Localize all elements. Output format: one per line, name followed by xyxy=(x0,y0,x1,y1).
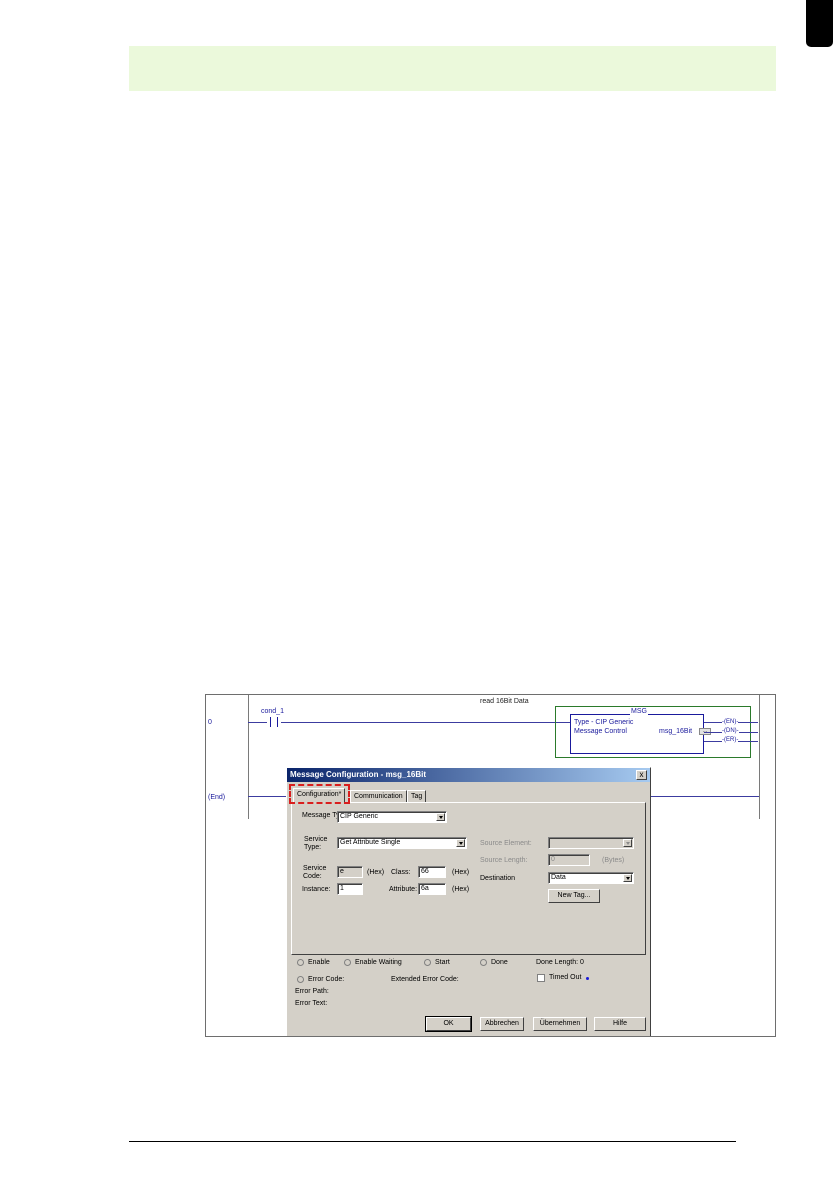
done-label: Done xyxy=(491,959,508,966)
xic-contact[interactable] xyxy=(267,717,281,727)
service-type-select[interactable]: Get Attribute Single xyxy=(337,837,467,849)
timed-out-checkbox[interactable] xyxy=(537,974,545,982)
right-power-rail xyxy=(759,695,760,819)
instance-label: Instance: xyxy=(302,886,331,893)
message-type-value: CIP Generic xyxy=(340,813,378,820)
class-label: Class: xyxy=(391,869,411,876)
destination-value: Data xyxy=(551,874,566,881)
rung-comment: read 16Bit Data xyxy=(480,698,529,705)
class-hex-label: (Hex) xyxy=(452,869,470,876)
contact-tag[interactable]: cond_1 xyxy=(261,708,284,715)
error-path-label: Error Path: xyxy=(295,988,329,995)
timed-out-marker xyxy=(586,977,589,980)
rung-wire xyxy=(281,722,570,723)
header-band xyxy=(129,46,776,91)
class-field[interactable]: 66 xyxy=(418,866,446,878)
msg-control-label: Message Control xyxy=(574,728,627,735)
source-element-label: Source Element: xyxy=(480,840,532,847)
extended-error-code-label: Extended Error Code: xyxy=(391,976,459,983)
highlight-box xyxy=(289,784,350,804)
service-code-hex-label: (Hex) xyxy=(367,869,385,876)
done-indicator xyxy=(480,959,487,966)
attribute-label: Attribute: xyxy=(389,886,418,893)
source-length-field[interactable]: 0 xyxy=(548,854,590,866)
attribute-hex-label: (Hex) xyxy=(452,886,470,893)
coil-dn: -(DN)- xyxy=(722,728,739,734)
tab-communication[interactable]: Communication xyxy=(350,790,407,802)
dialog-title: Message Configuration - msg_16Bit xyxy=(290,770,427,779)
destination-select[interactable]: Data xyxy=(548,872,634,884)
error-code-indicator xyxy=(297,976,304,983)
bytes-label: (Bytes) xyxy=(602,857,625,864)
close-icon[interactable]: x xyxy=(636,770,647,780)
msg-block-title: MSG xyxy=(630,708,648,715)
msg-type-line: Type - CIP Generic xyxy=(574,719,634,726)
page-tab-marker xyxy=(806,0,833,47)
chevron-down-icon[interactable] xyxy=(436,813,445,821)
chevron-down-icon[interactable] xyxy=(623,874,632,882)
left-power-rail xyxy=(248,695,249,819)
done-length: Done Length: 0 xyxy=(536,959,584,966)
apply-button[interactable]: Übernehmen xyxy=(533,1017,587,1031)
error-text-label: Error Text: xyxy=(295,1000,328,1007)
service-code-label: Service Code: xyxy=(303,865,327,880)
dialog-titlebar[interactable]: Message Configuration - msg_16Bit x xyxy=(287,768,650,782)
new-tag-button[interactable]: New Tag... xyxy=(548,889,600,903)
instance-field[interactable]: 1 xyxy=(337,883,363,895)
attribute-field[interactable]: 6a xyxy=(418,883,446,895)
source-length-label: Source Length: xyxy=(480,857,528,864)
start-indicator xyxy=(424,959,431,966)
msg-control-tag[interactable]: msg_16Bit xyxy=(659,728,692,735)
enable-waiting-label: Enable Waiting xyxy=(355,959,402,966)
ok-button[interactable]: OK xyxy=(425,1016,472,1032)
message-type-select[interactable]: CIP Generic xyxy=(337,811,447,823)
chevron-down-icon[interactable] xyxy=(623,839,632,847)
service-type-label: Service Type: xyxy=(304,836,328,851)
tab-tag[interactable]: Tag xyxy=(407,790,427,802)
end-rung-label: (End) xyxy=(208,794,226,801)
service-type-value: Get Attribute Single xyxy=(340,839,401,846)
service-code-field[interactable]: e xyxy=(337,866,363,878)
rung-number: 0 xyxy=(208,719,212,726)
footer-rule xyxy=(129,1141,736,1142)
cancel-button[interactable]: Abbrechen xyxy=(480,1017,524,1031)
rslogix-screenshot: 0 (End) read 16Bit Data cond_1 MSG Type … xyxy=(205,694,776,1037)
start-label: Start xyxy=(435,959,450,966)
chevron-down-icon[interactable] xyxy=(456,839,465,847)
rung-wire xyxy=(248,722,267,723)
destination-label: Destination xyxy=(480,875,516,882)
help-button[interactable]: Hilfe xyxy=(594,1017,646,1031)
enable-label: Enable xyxy=(308,959,330,966)
message-configuration-dialog: Message Configuration - msg_16Bit x Conf… xyxy=(286,767,651,1036)
source-element-select[interactable] xyxy=(548,837,634,849)
coil-er: -(ER)- xyxy=(722,737,739,743)
enable-indicator xyxy=(297,959,304,966)
enable-waiting-indicator xyxy=(344,959,351,966)
timed-out-label: Timed Out xyxy=(549,974,582,981)
coil-en: -(EN)- xyxy=(722,719,739,725)
error-code-label: Error Code: xyxy=(308,976,345,983)
